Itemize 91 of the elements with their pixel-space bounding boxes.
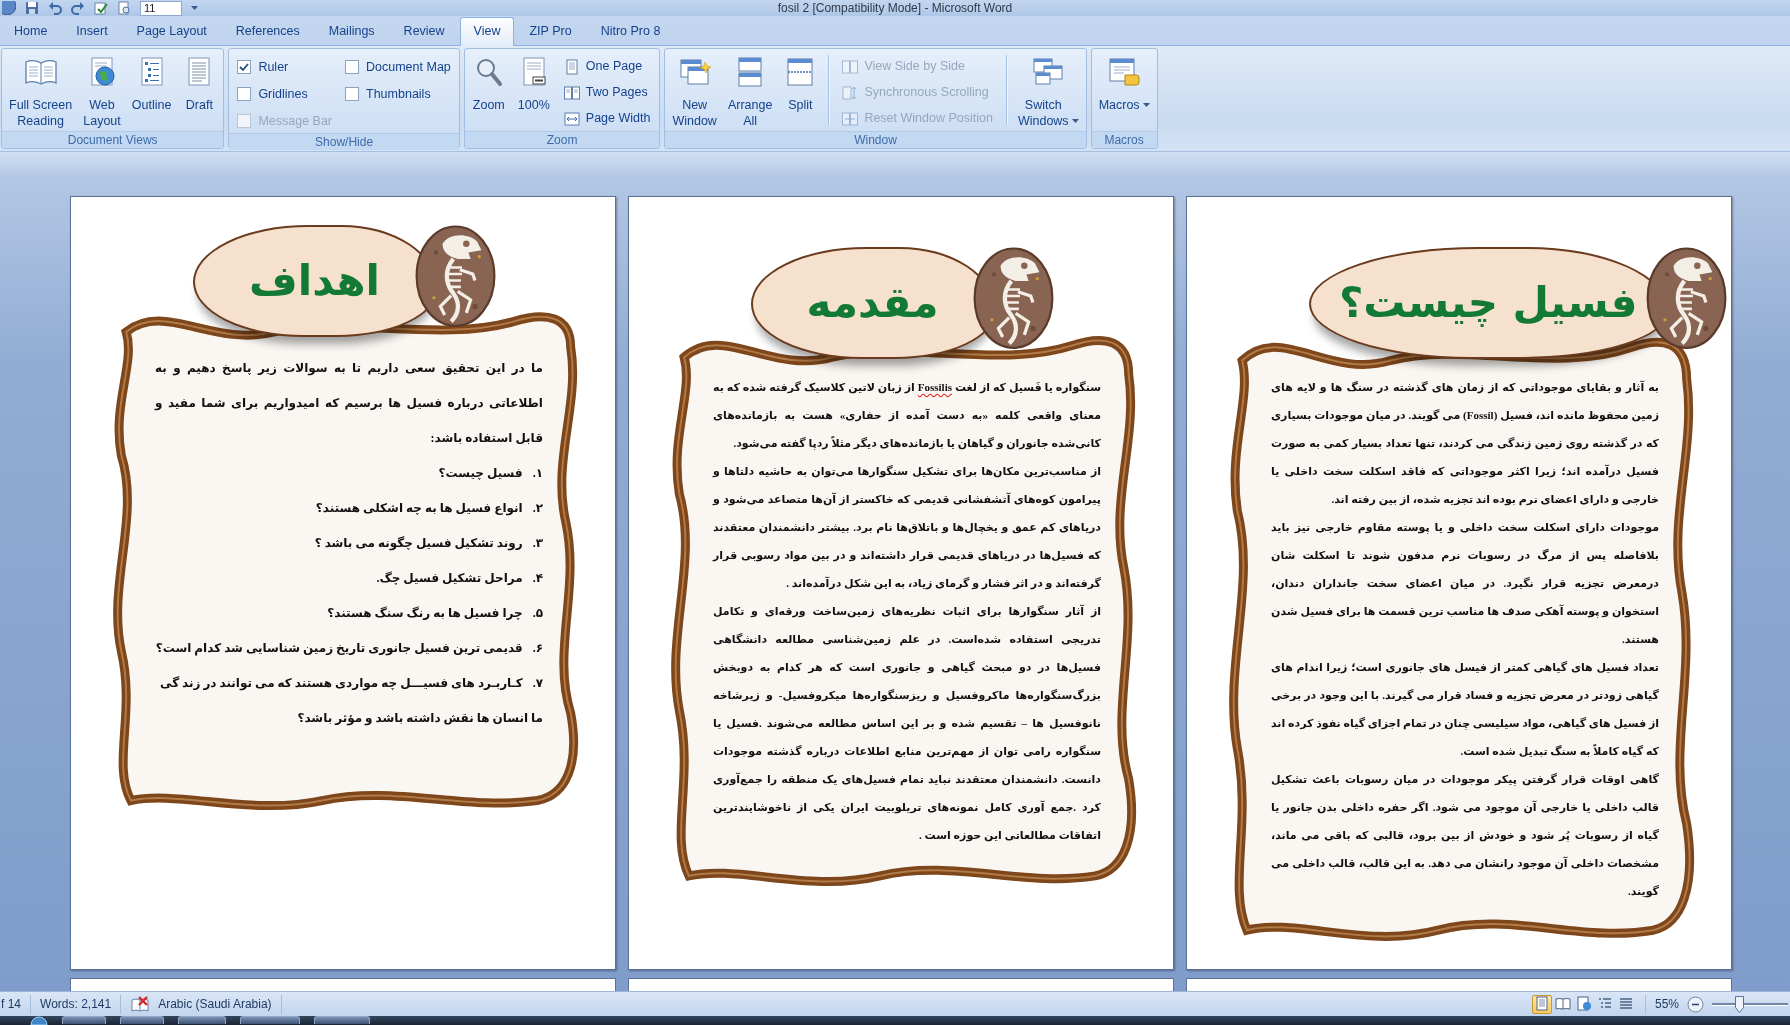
spelling-check-icon xyxy=(94,1,108,15)
ribbon-tab[interactable]: References xyxy=(221,17,314,45)
checkbox[interactable] xyxy=(345,60,360,74)
book-error-icon[interactable] xyxy=(130,995,151,1013)
word-count: Words: 2,141 xyxy=(40,995,112,1013)
undo-icon xyxy=(48,1,62,15)
ribbon-button[interactable]: Macros xyxy=(1094,51,1154,114)
taskbar-button[interactable] xyxy=(178,1016,226,1024)
ribbon-tab[interactable]: ZIP Pro xyxy=(515,17,586,45)
slider-thumb[interactable] xyxy=(1734,995,1744,1013)
ribbon-button[interactable]: Split xyxy=(779,51,822,114)
group-label: Document Views xyxy=(2,131,224,148)
taskbar-button[interactable] xyxy=(314,1016,370,1024)
ribbon-tab[interactable]: Nitro Pro 8 xyxy=(586,17,675,45)
checkbox[interactable] xyxy=(237,60,252,74)
ribbon-tab[interactable]: Insert xyxy=(62,17,122,45)
ribbon-tab[interactable]: Mailings xyxy=(314,17,389,45)
page-title: مقدمه xyxy=(806,282,939,324)
page-count: f 14 xyxy=(1,995,21,1013)
caret-icon xyxy=(1142,103,1150,107)
page-icon xyxy=(563,58,580,75)
list-item: ۱. فسیل چیست؟ xyxy=(437,465,543,482)
ribbon-button[interactable]: Arrange All xyxy=(723,51,777,130)
checkbox-label[interactable]: Document Map xyxy=(366,57,451,77)
ribbon-tab[interactable]: View xyxy=(459,17,515,46)
language-indicator[interactable]: Arabic (Saudi Arabia) xyxy=(158,994,272,1014)
checkbox-label[interactable]: Ruler xyxy=(258,57,289,77)
checkbox[interactable] xyxy=(237,87,252,101)
paragraph: به آثار و بقایای موجوداتی که از زمان های گذشته در سنگ ها و لایه های زمین محفوظ مانده اند، فسیل (Fossil) می گویند. در میان موجودات بسیاری که در گذشته روی زمین زندگی می کردند، تنها تعداد بسیار کمی به صورت فسیل درآمده اند؛ زیرا اکثر موجوداتی که فاقد اسکلت سخت داخلی یا خارجی و دارای اعضای نرم بوده اند تجزیه شده، از بین رفته اند. xyxy=(1271,379,1659,508)
group-label: Zoom xyxy=(464,131,660,148)
minus-icon xyxy=(1687,995,1704,1013)
ribbon-button[interactable]: Switch Windows xyxy=(1013,51,1083,130)
group-label: Window xyxy=(665,131,1086,148)
zoom-level[interactable]: 55% xyxy=(1654,994,1679,1014)
list-item: ۵. چرا فسیل ها به رنگ سنگ هستند؟ xyxy=(326,605,543,622)
ribbon-button[interactable]: Web Layout xyxy=(79,51,125,130)
ribbon-button[interactable]: New Window xyxy=(668,51,721,130)
save-icon xyxy=(25,1,39,15)
ribbon-tab[interactable]: Review xyxy=(389,17,459,45)
ribbon-tab[interactable]: Page Layout xyxy=(122,17,221,45)
list-item: ۲. انواع فسیل ها به چه اشکلی هستند؟ xyxy=(314,500,543,518)
side-by-side-icon xyxy=(842,58,859,75)
page-title: اهداف xyxy=(249,260,380,302)
page-width-icon xyxy=(563,110,580,127)
ribbon-button[interactable]: Two Pages xyxy=(557,81,657,104)
paragraph: گاهی اوقات قرار گرفتن پیکر موجودات در میان رسوبات باعث تشکیل قالب داخلی یا خارجی آن موجود می شود. اگر حفره داخلی بدن جانور یا گیاه از رسوبات پُر شود و خودش از بین برود، قالبی که باقی می ماند، مشخصات داخلی آن موجود رانشان می دهد. به این قالب، قالب داخلی می گویند. xyxy=(1271,772,1659,900)
zoom-out-button[interactable] xyxy=(1687,995,1704,1013)
ribbon-button[interactable]: Full Screen Reading xyxy=(5,51,77,130)
redo-icon xyxy=(71,1,85,15)
list-item: ۶. قدیمی ترین فسیل جانوری تاریخ زمین شناسایی شد کدام است؟ xyxy=(155,640,543,658)
two-pages-icon xyxy=(563,84,580,101)
checkbox-label[interactable]: Gridlines xyxy=(258,84,308,104)
checkbox[interactable] xyxy=(345,87,360,101)
taskbar-button[interactable] xyxy=(240,1016,300,1024)
group-label: Show/Hide xyxy=(229,133,459,150)
taskbar-button[interactable] xyxy=(62,1016,106,1024)
caret-icon[interactable] xyxy=(191,6,198,10)
book-icon xyxy=(1554,996,1571,1012)
scroll-arrows-icon xyxy=(842,84,859,101)
macro-window-icon xyxy=(1108,56,1141,88)
paragraph: ما در این تحقیق سعی داریم تا به سوالات زیر پاسخ دهیم و به اطلاعاتی درباره فسیل ها برسیم که امیدواریم برای شما مفید و قابل استفاده باشد: xyxy=(155,360,543,447)
ribbon-button[interactable]: Outline xyxy=(127,51,176,114)
print-preview-icon xyxy=(117,1,131,15)
new-window-icon xyxy=(678,56,711,88)
font-size-field[interactable]: 11 xyxy=(140,0,182,16)
ribbon-button[interactable]: Page Width xyxy=(557,107,657,130)
paragraph: تعداد فسیل های گیاهی کمتر از فیسل های جانوری است؛ زیرا اندام های گیاهی زودتر در معرض تجزیه و فساد قرار می گیرند. با این وجود در برخی از فسیل های گیاهی، مواد سیلیسی چنان در تمام اجزای گیاه نفوذ کرده اند که گیاه کاملاً به سنگ تبدیل شده است. xyxy=(1271,660,1659,759)
office-button-icon xyxy=(2,1,16,15)
group-label: Macros xyxy=(1091,131,1157,148)
reset-window-icon xyxy=(842,110,859,127)
page-layout-icon xyxy=(1533,996,1550,1012)
checkbox-label[interactable]: Thumbnails xyxy=(366,84,431,104)
start-orb-icon xyxy=(30,1016,48,1025)
ribbon-button[interactable]: Draft xyxy=(178,51,221,114)
caret-icon xyxy=(1071,119,1079,123)
paragraph: موجودات دارای اسکلت سخت داخلی و یا پوسته مقاوم خارجی نیز باید بلافاصله پس از مرگ در رسوبات نرم مدفون شوند تا اسکلت شان درمعرض تجزیه قرار نگیرد. در میان اعضای سخت جانداران دندان، استخوان و پوسته آهکی صدف ها مناسب ترین قسمت ها برای فسیل شدن هستند. xyxy=(1271,520,1659,647)
window-title: fosil 2 [Compatibility Mode] - Microsoft Word xyxy=(777,1,1013,15)
paragraph: از مناسب‌ترین مکان‌ها برای تشکیل سنگوارها می‌توان به حاشیه دلتاها و پیرامون کوه‌های آتشفشانی قدیمی که خاکستر از آن‌ها متصاعد می‌شود و دریاهای کم عمق و یخچال‌ها و باتلاق‌ها نام برد. بیشتر دانشمندان معتقدند که فسیل‌ها در دریاهای قدیمی قرار داشته‌اند و در بین مواد رسوبی قرار گرفته‌اند و در اثر فشار و گرمای زیاد، به این شکل درآمده‌اند . xyxy=(713,464,1101,592)
view-button[interactable] xyxy=(1531,994,1552,1014)
paragraph: از آثار سنگوارها برای اثبات نظریه‌های زمین‌ساخت ورقه‌ای و تکامل تدریجی استفاده شده‌است. در علم زمین‌شناسی مطالعه دانشگاهی فسیل‌ها در دو مبحث گیاهی و جانوری است که هر کدام به دوبخش بزرگ‌سنگواره‌ها ماکروفسیل و ریزسنگواره‌ها میکروفسیل- و زیرشاخه نانوفسیل ها – تقسیم شده و بر این اساس مطالعه می‌شوند .فسیل یا سنگواره رامی توان از مهم‌ترین منابع اطلاعات درباره گذشته موجودات دانست. دانشمندان معتقدند نباید تمام فسیل‌های یک منطقه را جمع‌آوری کرد .جمع آوری کامل نمونه‌های تریلوبیت ایران یکی از ناخوشایندترین اتفاقات مطالعاتی این حوزه است . xyxy=(713,603,1101,844)
ribbon-button[interactable]: One Page xyxy=(557,55,657,78)
windows-icon xyxy=(1032,56,1065,88)
list-item: ۴. مراحل تشکیل فسیل چگ. xyxy=(375,570,543,587)
taskbar-button[interactable] xyxy=(120,1016,164,1024)
ribbon-button[interactable]: 100% xyxy=(512,51,555,114)
ribbon-tab[interactable]: Home xyxy=(0,17,62,45)
globe-page-icon xyxy=(1575,996,1592,1012)
list-item: ۳. روند تشکیل فسیل چگونه می باشد ؟ xyxy=(313,535,543,553)
ribbon-button[interactable]: Zoom xyxy=(467,51,510,114)
list-item: ۷. کـاربـرد های فسیـــل چه مواردی هستند که می توانند در زند گی ما انسان ها نقش داشته باشد و مؤثر باشد؟ xyxy=(159,675,543,728)
draft-icon xyxy=(1617,996,1634,1012)
